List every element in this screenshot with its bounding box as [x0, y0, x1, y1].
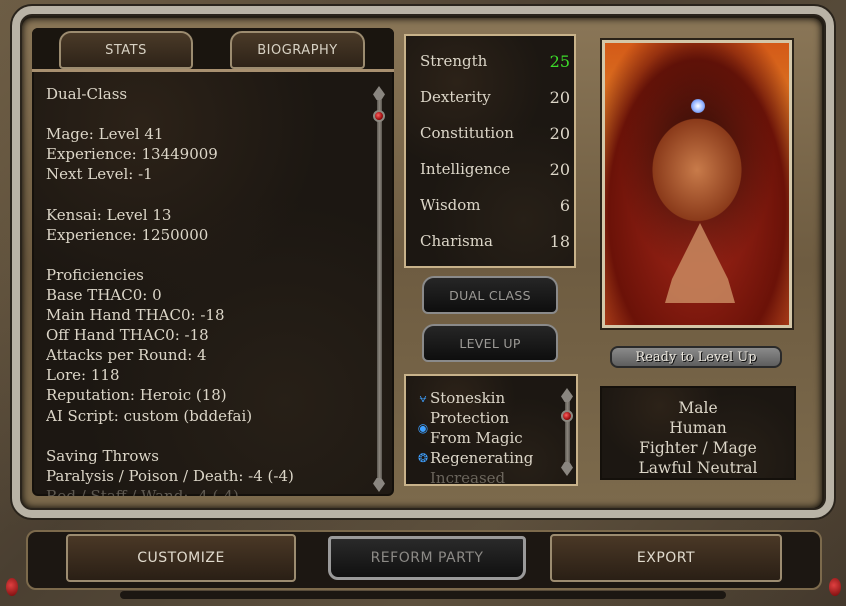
character-portrait[interactable]	[602, 40, 792, 328]
scroll-down-arrow-icon[interactable]	[373, 478, 385, 492]
export-button[interactable]: EXPORT	[550, 534, 782, 582]
ability-charisma: Charisma 18	[420, 232, 570, 251]
customize-button[interactable]: CUSTOMIZE	[66, 534, 296, 582]
ability-constitution: Constitution 20	[420, 124, 570, 143]
stats-line: Experience: 13449009	[46, 145, 218, 164]
effect-item: ◉ Protection From Magic	[416, 408, 552, 448]
effect-item: ❂ Regenerating	[416, 448, 552, 468]
stats-line: Off Hand THAC0: -18	[46, 326, 209, 345]
effect-item: Increased	[416, 468, 552, 486]
ability-name: Constitution	[420, 124, 514, 142]
stats-line: Saving Throws	[46, 446, 159, 465]
stats-line: Proficiencies	[46, 265, 144, 284]
ability-name: Dexterity	[420, 88, 491, 106]
ability-strength: Strength 25	[420, 52, 570, 71]
scroll-down-arrow-icon[interactable]	[561, 462, 573, 476]
effect-label: Increased	[430, 469, 506, 486]
class-text: Fighter / Mage	[639, 439, 757, 457]
bottom-rail	[120, 591, 726, 599]
level-up-button[interactable]: LEVEL UP	[422, 324, 558, 362]
ability-scores-panel: Strength 25 Dexterity 20 Constitution 20…	[404, 34, 576, 268]
effect-item: ⩝ Stoneskin	[416, 388, 552, 408]
stats-line	[46, 426, 364, 446]
ability-value: 6	[559, 196, 570, 215]
race-text: Human	[669, 419, 727, 437]
ability-name: Intelligence	[420, 160, 511, 178]
tab-stats[interactable]: STATS	[59, 31, 193, 69]
stats-line: Reputation: Heroic (18)	[46, 386, 227, 405]
gender-text: Male	[678, 399, 718, 417]
tab-biography[interactable]: BIOGRAPHY	[230, 31, 365, 69]
alignment-text: Lawful Neutral	[638, 459, 758, 477]
portrait-circlet-gem	[691, 99, 705, 113]
ability-name: Strength	[420, 52, 488, 70]
ability-wisdom: Wisdom 6	[420, 196, 570, 215]
stats-line: Dual-Class	[46, 85, 128, 103]
corner-gem-left	[6, 578, 18, 596]
stats-line	[46, 245, 364, 265]
character-info-box: Male Human Fighter / Mage Lawful Neutral	[600, 386, 796, 480]
stoneskin-icon: ⩝	[419, 391, 427, 405]
stats-line: Attacks per Round: 4	[46, 346, 207, 365]
stats-line: Rod / Staff / Wand: -4 (-4)	[46, 486, 239, 496]
protection-from-magic-icon: ◉	[417, 421, 429, 435]
ability-dexterity: Dexterity 20	[420, 88, 570, 107]
ability-value: 18	[549, 232, 570, 251]
stats-line: Lore: 118	[46, 366, 120, 385]
active-effects-panel: ⩝ Stoneskin ◉ Protection From Magic ❂ Re…	[404, 374, 578, 486]
ability-intelligence: Intelligence 20	[420, 160, 570, 179]
scroll-track[interactable]	[377, 100, 382, 478]
dual-class-button[interactable]: DUAL CLASS	[422, 276, 558, 314]
stats-line: Kensai: Level 13	[46, 205, 172, 224]
scroll-thumb-gem[interactable]	[561, 410, 573, 422]
ability-value: 25	[549, 52, 570, 71]
stats-line: Main Hand THAC0: -18	[46, 306, 225, 325]
effect-icon	[416, 468, 430, 484]
stats-line: Experience: 1250000	[46, 225, 209, 244]
regenerating-icon: ❂	[417, 451, 429, 465]
ability-value: 20	[549, 124, 570, 143]
ability-value: 20	[549, 160, 570, 179]
level-up-status-badge: Ready to Level Up	[610, 346, 782, 368]
stats-scrollbar[interactable]	[372, 86, 386, 492]
corner-gem-right	[829, 578, 841, 596]
stats-text-list: Dual-Class Mage: Level 41 Experience: 13…	[46, 84, 364, 496]
portrait-hands	[665, 223, 735, 303]
ability-value: 20	[549, 88, 570, 107]
stats-line: Next Level: -1	[46, 165, 153, 184]
scroll-up-arrow-icon[interactable]	[373, 86, 385, 100]
stats-line: Paralysis / Poison / Death: -4 (-4)	[46, 466, 294, 485]
effects-scrollbar[interactable]	[560, 388, 574, 476]
stats-line: AI Script: custom (bddefai)	[46, 406, 253, 425]
ability-name: Charisma	[420, 232, 493, 250]
reform-party-button[interactable]: REFORM PARTY	[328, 536, 526, 580]
effect-label: Regenerating	[430, 449, 534, 467]
ability-name: Wisdom	[420, 196, 481, 214]
stats-line	[46, 104, 364, 124]
effect-label: Protection From Magic	[430, 409, 523, 447]
stats-line: Mage: Level 41	[46, 125, 164, 144]
stats-line: Base THAC0: 0	[46, 285, 162, 304]
scroll-thumb-gem[interactable]	[373, 110, 385, 122]
stats-line	[46, 184, 364, 204]
effect-label: Stoneskin	[430, 389, 506, 407]
scroll-up-arrow-icon[interactable]	[561, 388, 573, 402]
